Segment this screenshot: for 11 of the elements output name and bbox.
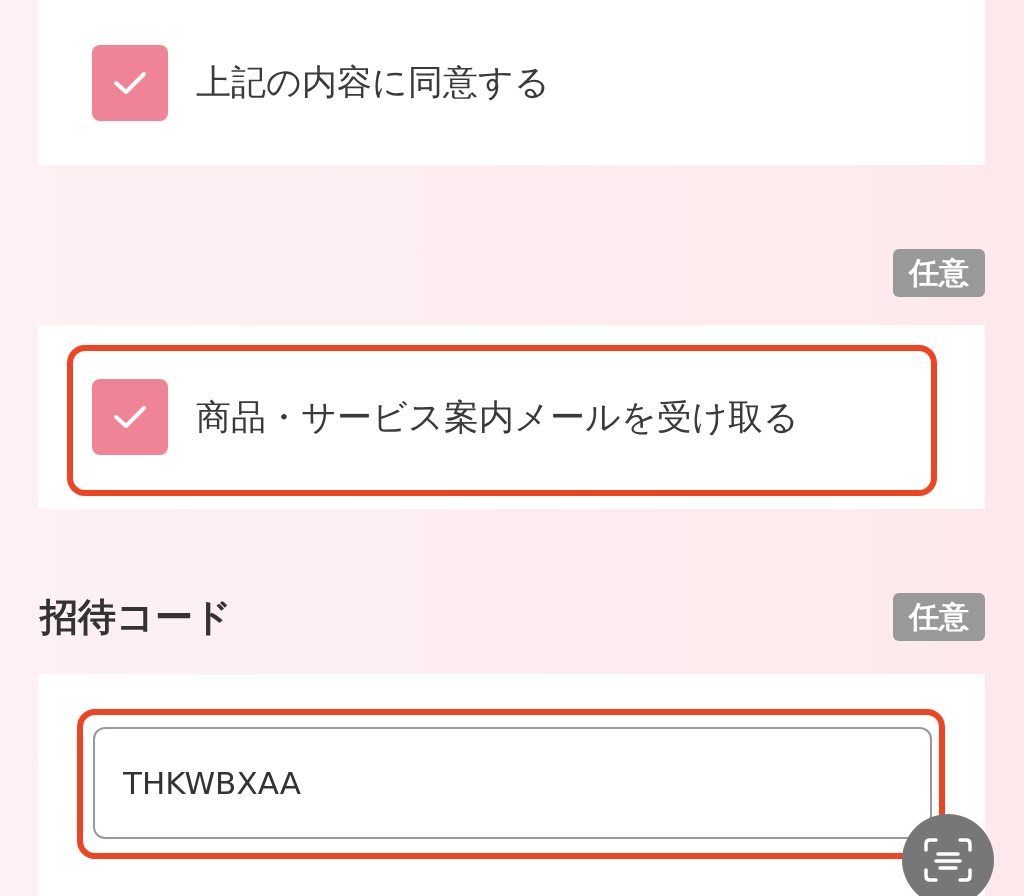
optional-badge: 任意 xyxy=(893,593,985,641)
invite-code-field[interactable]: THKWBXAA xyxy=(93,727,932,839)
scan-text-icon xyxy=(924,838,972,882)
checkbox-label: 上記の内容に同意する xyxy=(196,61,550,104)
checkbox[interactable] xyxy=(92,379,168,455)
checkbox-label: 商品・サービス案内メールを受け取る xyxy=(196,395,799,439)
checkbox[interactable] xyxy=(92,44,168,121)
checkmark-icon xyxy=(113,69,147,96)
checkmark-icon xyxy=(113,404,147,430)
section-heading: 招待コード xyxy=(40,593,232,641)
optional-badge: 任意 xyxy=(893,249,985,297)
